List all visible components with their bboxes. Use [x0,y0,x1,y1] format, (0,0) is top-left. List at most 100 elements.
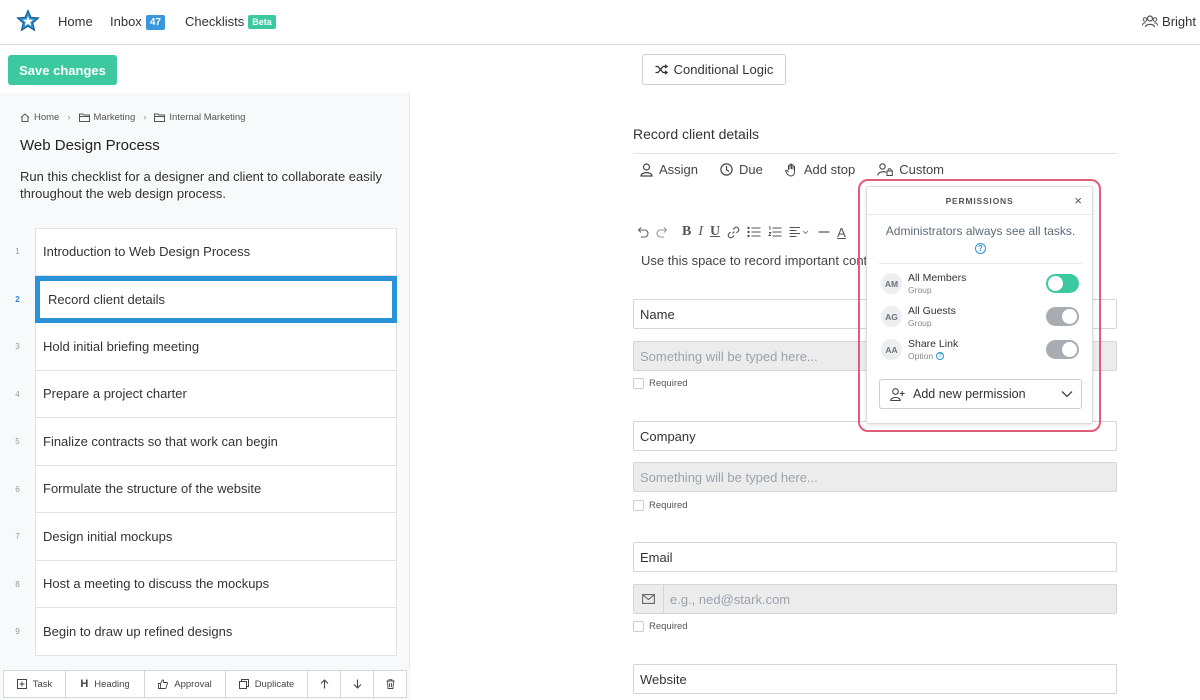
permission-row: AA Share Link Option? [879,336,1082,364]
add-task-button[interactable]: Task [3,670,66,698]
save-changes-button[interactable]: Save changes [8,55,117,85]
task-description-text[interactable]: Use this space to record important cont [641,253,871,268]
chevron-right-icon: › [143,112,147,123]
conditional-logic-label: Conditional Logic [673,62,774,77]
task-row[interactable]: 1 Introduction to Web Design Process [0,228,410,276]
permission-name: All Members [908,272,967,284]
arrow-up-icon [320,679,329,689]
duplicate-button[interactable]: Duplicate [225,670,308,698]
website-field-label[interactable]: Website [633,664,1117,694]
permission-toggle[interactable] [1046,340,1079,359]
redo-icon[interactable] [656,226,669,238]
task-detail-title[interactable]: Record client details [633,126,759,142]
permission-toggle[interactable] [1046,274,1079,293]
breadcrumb-internal-marketing[interactable]: Internal Marketing [169,112,245,123]
task-number: 9 [15,627,20,637]
nav-checklists-label: Checklists [185,14,245,29]
task-label-active[interactable]: Record client details [35,275,397,323]
bullet-list-icon[interactable] [747,226,761,238]
copy-icon [238,679,249,689]
user-menu[interactable]: Bright [1142,14,1196,29]
link-icon[interactable] [727,226,740,239]
trash-icon [386,679,395,689]
move-down-button[interactable] [340,670,374,698]
email-required-toggle[interactable]: Required [633,621,688,632]
permissions-note-text: Administrators always see all tasks. [885,224,1076,238]
required-label: Required [649,500,688,511]
bold-icon[interactable]: B [682,224,691,240]
task-row[interactable]: 4 Prepare a project charter [0,370,410,418]
task-label[interactable]: Host a meeting to discuss the mockups [35,560,397,608]
breadcrumb-marketing[interactable]: Marketing [94,112,136,123]
task-number: 5 [15,437,20,447]
user-icon [640,162,653,177]
help-icon[interactable]: ? [975,243,986,254]
task-label[interactable]: Begin to draw up refined designs [35,608,397,656]
italic-icon[interactable]: I [698,224,703,240]
task-label[interactable]: Finalize contracts so that work can begi… [35,418,397,466]
horizontal-rule-icon[interactable] [818,226,830,238]
task-row[interactable]: 9 Begin to draw up refined designs [0,608,410,656]
required-label: Required [649,621,688,632]
user-lock-icon [877,163,894,176]
task-row-active[interactable]: 2 Record client details [0,275,410,323]
task-label[interactable]: Design initial mockups [35,513,397,561]
checklist-title[interactable]: Web Design Process [20,137,160,154]
delete-button[interactable] [373,670,407,698]
add-permission-dropdown[interactable]: Add new permission [879,379,1082,409]
name-required-toggle[interactable]: Required [633,378,688,389]
permission-type-text: Group [908,285,932,295]
shuffle-icon [655,64,668,75]
task-row[interactable]: 6 Formulate the structure of the website [0,465,410,513]
permission-name: All Guests [908,305,956,317]
nav-inbox-link[interactable]: Inbox 47 [110,14,165,30]
clock-icon [720,163,733,176]
align-dropdown-icon[interactable] [789,226,811,238]
task-label[interactable]: Formulate the structure of the website [35,465,397,513]
arrow-down-icon [353,679,362,689]
text-color-icon[interactable]: A [837,225,846,240]
envelope-icon [634,585,664,613]
undo-icon[interactable] [636,226,649,238]
task-label[interactable]: Introduction to Web Design Process [35,228,397,276]
numbered-list-icon[interactable] [768,226,782,238]
checklist-sidebar: Home › Marketing › Internal Marketing We… [0,93,410,700]
assign-button[interactable]: Assign [640,162,698,177]
task-label[interactable]: Prepare a project charter [35,370,397,418]
task-list: 1 Introduction to Web Design Process 2 R… [0,228,410,656]
task-number: 4 [15,389,20,399]
breadcrumb-home[interactable]: Home [34,112,59,123]
task-row[interactable]: 3 Hold initial briefing meeting [0,323,410,371]
add-approval-label: Approval [174,678,212,690]
required-checkbox[interactable] [633,621,644,632]
task-number: 8 [15,579,20,589]
rich-text-toolbar: B I U A [636,224,846,240]
add-stop-button[interactable]: Add stop [785,162,855,177]
permission-toggle[interactable] [1046,307,1079,326]
nav-home-link[interactable]: Home [58,14,93,29]
email-field-label[interactable]: Email [633,542,1117,572]
conditional-logic-button[interactable]: Conditional Logic [642,54,786,85]
task-row[interactable]: 7 Design initial mockups [0,513,410,561]
checklist-description[interactable]: Run this checklist for a designer and cl… [20,169,400,202]
move-up-button[interactable] [307,670,341,698]
help-icon[interactable]: ? [936,352,945,360]
underline-icon[interactable]: U [710,224,720,240]
task-row[interactable]: 5 Finalize contracts so that work can be… [0,418,410,466]
logo-star-icon[interactable] [16,9,40,33]
required-checkbox[interactable] [633,378,644,389]
permission-name: Share Link [908,338,959,350]
required-checkbox[interactable] [633,500,644,511]
task-row[interactable]: 8 Host a meeting to discuss the mockups [0,560,410,608]
add-heading-button[interactable]: H Heading [65,670,145,698]
task-number: 3 [15,342,20,352]
company-required-toggle[interactable]: Required [633,500,688,511]
required-label: Required [649,378,688,389]
nav-inbox-label: Inbox [110,14,142,29]
add-approval-button[interactable]: Approval [144,670,226,698]
nav-checklists-link[interactable]: Checklists Beta [185,14,276,29]
custom-permissions-button[interactable]: Custom [877,162,944,177]
task-label[interactable]: Hold initial briefing meeting [35,323,397,371]
due-button[interactable]: Due [720,162,763,177]
close-icon[interactable]: × [1074,193,1082,208]
